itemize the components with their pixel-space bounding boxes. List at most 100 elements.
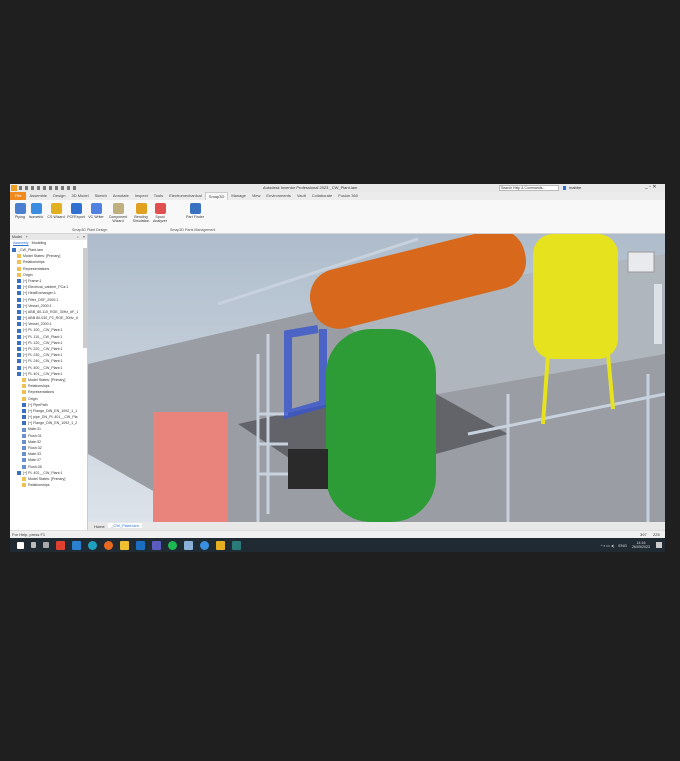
tab-inspect[interactable]: Inspect [132, 192, 151, 200]
tree-item-label: Relationships [28, 483, 50, 488]
tree-item-icon [17, 285, 21, 290]
tree-item-icon [22, 433, 26, 438]
tree-item-icon [17, 266, 21, 271]
3d-viewport[interactable] [88, 229, 665, 522]
language-indicator[interactable]: ENG [618, 543, 627, 548]
task-view-icon[interactable] [43, 542, 49, 548]
vc-writer-icon [90, 203, 102, 214]
menu-icon[interactable]: ≡ [83, 234, 85, 240]
search-icon[interactable]: ⌕ [77, 234, 79, 240]
label: Component Wizard [108, 215, 128, 223]
tab-environments[interactable]: Environments [263, 192, 293, 200]
tree-item-icon [22, 396, 26, 401]
tree-item-icon [22, 464, 26, 469]
user-icon[interactable] [563, 186, 566, 190]
teams-icon[interactable] [152, 540, 161, 550]
label: VC Writer [88, 215, 104, 219]
part-finder-icon [189, 203, 201, 214]
tab-sketch[interactable]: Sketch [92, 192, 110, 200]
inventor-window: Autodesk Inventor Professional 2023 _CW_… [10, 184, 665, 552]
tab-manage[interactable]: Manage [228, 192, 248, 200]
inventor-icon[interactable] [216, 540, 225, 550]
tab-annotate[interactable]: Annotate [110, 192, 132, 200]
tree-item-icon [17, 291, 21, 296]
app-s-red-icon[interactable] [56, 540, 65, 550]
status-count-a: 397 [640, 532, 647, 537]
pcfexport-button[interactable]: PCFExport [66, 203, 86, 219]
tree-item[interactable]: Relationships [12, 482, 87, 488]
app-s-blue-icon[interactable] [72, 540, 81, 550]
tree-item-icon [22, 415, 26, 420]
search-input[interactable]: Search Help & Commands... [499, 185, 559, 191]
tree-item-icon [17, 260, 21, 265]
quick-access-toolbar[interactable] [19, 186, 79, 190]
clock[interactable]: 14:16 26/05/2023 [632, 541, 650, 549]
tab-view[interactable]: View [249, 192, 264, 200]
file-explorer-icon[interactable] [120, 540, 129, 550]
tree-item-icon [17, 322, 21, 327]
tree-item-icon [22, 427, 26, 432]
search-icon[interactable] [31, 542, 36, 548]
tab-tools[interactable]: Tools [151, 192, 166, 200]
subtab-assembly[interactable]: Assembly [13, 240, 29, 247]
tab-3d-model[interactable]: 3D Model [68, 192, 91, 200]
spool-analyzer-button[interactable]: Spool Analyzer [150, 203, 170, 223]
firefox-icon[interactable] [104, 540, 113, 550]
tree-item-icon [22, 378, 26, 383]
internet-explorer-icon[interactable] [200, 540, 209, 550]
component-wizard-button[interactable]: Component Wizard [107, 203, 129, 223]
tree-item-icon [22, 384, 26, 389]
user-name[interactable]: mabbe [569, 185, 581, 190]
status-bar: For Help, press F1 397 225 [10, 530, 665, 538]
isometric-button[interactable]: Isometric [26, 203, 46, 219]
status-help: For Help, press F1 [12, 532, 46, 537]
tab-collaborate[interactable]: Collaborate [309, 192, 335, 200]
tree-item-icon [22, 439, 26, 444]
ribbon-panel: Piping Isometric CS Wizard PCFExport VC … [10, 200, 665, 234]
tree-item-icon [12, 248, 16, 253]
isometric-icon [30, 203, 42, 214]
bending-simulation-button[interactable]: Bending Simulation [130, 203, 152, 223]
doc-tab-home[interactable]: Home [94, 524, 105, 529]
app-icon[interactable] [184, 540, 193, 550]
app-teal-icon[interactable] [232, 540, 241, 550]
tab-fusion-360[interactable]: Fusion 360 [335, 192, 361, 200]
tree-item-icon [17, 334, 21, 339]
window-controls[interactable]: _ ▫ ✕ [645, 184, 657, 190]
viewcube-icon [627, 251, 655, 273]
doc-tab-cw-plant[interactable]: _CW_Plant.iam [108, 523, 142, 528]
label: Isometric [28, 215, 44, 219]
edge-icon[interactable] [88, 540, 97, 550]
subtab-modeling[interactable]: Modeling [32, 240, 47, 247]
tab-electromechanical[interactable]: Electromechanical [166, 192, 205, 200]
label: CS Wizard [47, 215, 65, 219]
tab-design[interactable]: Design [50, 192, 68, 200]
label: Bending Simulation [132, 215, 150, 223]
navigation-bar [654, 284, 662, 344]
document-tabs: Home _CW_Plant.iam [88, 522, 665, 530]
vc-writer-button[interactable]: VC Writer [86, 203, 106, 219]
yellow-vessel [533, 234, 618, 359]
tree-item-icon [17, 353, 21, 358]
tree-item-icon [17, 359, 21, 364]
tree-item-icon [17, 272, 21, 277]
tree-item-icon [17, 309, 21, 314]
cs-wizard-button[interactable]: CS Wizard [46, 203, 66, 219]
pcfexport-icon [70, 203, 82, 214]
tab-vault[interactable]: Vault [294, 192, 309, 200]
part-finder-button[interactable]: Part Finder [185, 203, 205, 219]
notifications-icon[interactable] [656, 542, 662, 548]
tree-item-icon [17, 297, 21, 302]
browser-scrollbar[interactable] [83, 248, 87, 348]
start-icon[interactable] [17, 541, 24, 549]
tray-icons[interactable]: ^ ▪ ▭ ◂) [601, 543, 615, 548]
label: Part Finder [186, 215, 204, 219]
app-logo-icon[interactable] [11, 185, 17, 191]
tab-file[interactable]: File [10, 192, 27, 200]
tab-assemble[interactable]: Assemble [26, 192, 50, 200]
tree-item-icon [22, 477, 26, 482]
browser-tree: _CW_Plant.iam Model States: [Primary] Rela… [10, 247, 87, 488]
tree-item-icon [22, 402, 26, 407]
outlook-icon[interactable] [136, 540, 145, 550]
spotify-icon[interactable] [168, 540, 177, 550]
